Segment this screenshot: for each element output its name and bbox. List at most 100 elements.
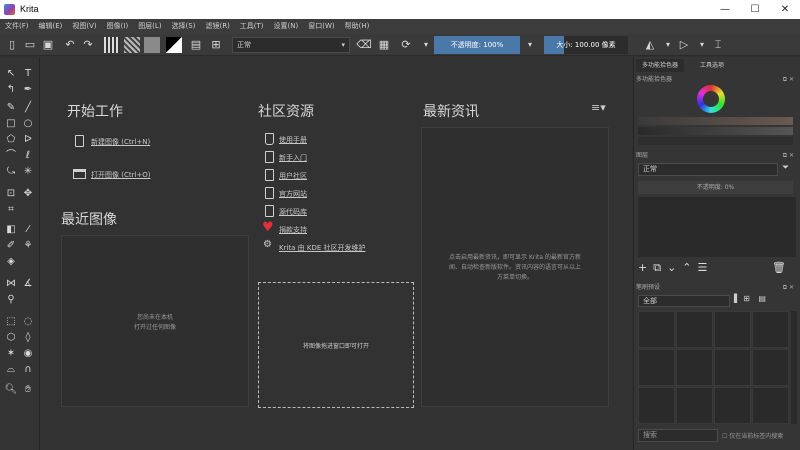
move-down-icon[interactable]: ⌄: [667, 261, 682, 274]
reload-preset-icon[interactable]: ⟳: [398, 37, 414, 53]
redo-icon[interactable]: ↷: [80, 37, 96, 53]
brush-preset[interactable]: [638, 349, 675, 386]
brush-preset[interactable]: [714, 311, 751, 348]
brush-tag-select[interactable]: 全部: [638, 295, 730, 307]
eraser-mode-icon[interactable]: ⌫: [356, 37, 372, 53]
link-official-site[interactable]: 官方网站: [279, 189, 307, 199]
size-slider[interactable]: 大小: 100.00 像素: [544, 36, 628, 54]
save-icon[interactable]: ▣: [40, 37, 56, 53]
mirror-horizontal-icon[interactable]: ◭: [642, 37, 658, 53]
rectangle-tool-icon[interactable]: □: [4, 117, 18, 131]
maximize-button[interactable]: ☐: [740, 0, 770, 19]
tab-tool-options[interactable]: 工具选项: [694, 59, 730, 72]
smart-patch-icon[interactable]: ✐: [4, 239, 18, 253]
link-getting-started[interactable]: 新手入门: [279, 153, 307, 163]
link-donate[interactable]: 捐款支持: [279, 225, 307, 235]
magnetic-select-icon[interactable]: ∩: [21, 363, 35, 377]
bezier-tool-icon[interactable]: ⌒: [4, 149, 18, 163]
pattern-icon[interactable]: [124, 37, 140, 53]
fill-pattern-swatch[interactable]: [144, 37, 160, 53]
brush-preset[interactable]: [714, 387, 751, 424]
filter-icon[interactable]: ⏷: [782, 163, 789, 173]
open-document-icon[interactable]: ▭: [22, 37, 38, 53]
link-kde[interactable]: Krita 由 KDE 社区开发维护: [279, 243, 366, 253]
polygon-select-icon[interactable]: ⬡: [4, 331, 18, 345]
rect-select-icon[interactable]: ⬚: [4, 315, 18, 329]
brush-tool-icon[interactable]: ✎: [4, 101, 18, 115]
colorize-mask-icon[interactable]: ⚘: [21, 239, 35, 253]
opacity-slider[interactable]: 不透明度: 100%: [434, 36, 520, 54]
multibrush-icon[interactable]: ✳: [21, 165, 35, 179]
layer-opacity-slider[interactable]: 不透明度: 0%: [638, 181, 793, 194]
brush-preset[interactable]: [752, 349, 789, 386]
assistant-tool-icon[interactable]: ⋈: [4, 277, 18, 291]
brush-preset[interactable]: [714, 349, 751, 386]
brush-filter-checkbox[interactable]: ☐ 仅在当前标签内搜索: [722, 431, 783, 440]
fg-bg-color-icon[interactable]: [166, 37, 182, 53]
brush-preset[interactable]: [676, 349, 713, 386]
brush-preset[interactable]: [676, 387, 713, 424]
new-document-icon[interactable]: ▯: [4, 37, 20, 53]
color-history-bar[interactable]: [638, 117, 793, 125]
calligraphy-icon[interactable]: ✒: [21, 83, 35, 97]
layer-blend-select[interactable]: 正常: [638, 163, 778, 176]
link-manual[interactable]: 使用手册: [279, 135, 307, 145]
chevron-down-icon[interactable]: ▾: [418, 37, 434, 53]
fill-tool-icon[interactable]: ◈: [4, 255, 18, 269]
delete-layer-icon[interactable]: 🗑︎: [772, 261, 792, 274]
move-up-icon[interactable]: ⌃: [682, 261, 697, 274]
duplicate-layer-icon[interactable]: ⧉: [653, 261, 667, 274]
brush-presets-icon[interactable]: ⊞: [208, 37, 224, 53]
brush-preset[interactable]: [638, 387, 675, 424]
add-layer-icon[interactable]: +: [638, 261, 653, 274]
menu-layer[interactable]: 图层(L): [133, 19, 166, 34]
layer-properties-icon[interactable]: ☰: [698, 261, 714, 274]
brush-preset[interactable]: [638, 311, 675, 348]
color-shade-bar[interactable]: [638, 127, 793, 135]
line-tool-icon[interactable]: ╱: [21, 101, 35, 115]
wrap-around-icon[interactable]: ⌶: [710, 37, 726, 53]
magic-wand-icon[interactable]: ✶: [4, 347, 18, 361]
brush-search-input[interactable]: 搜索: [638, 429, 718, 442]
menu-file[interactable]: 文件(F): [0, 19, 34, 34]
brush-preset[interactable]: [752, 311, 789, 348]
chevron-down-icon[interactable]: ▾: [694, 37, 710, 53]
undo-icon[interactable]: ↶: [62, 37, 78, 53]
chevron-down-icon[interactable]: ▾: [522, 37, 538, 53]
menu-filter[interactable]: 滤镜(R): [200, 19, 234, 34]
open-image-link[interactable]: 打开图像 (Ctrl+O): [91, 170, 151, 180]
menu-image[interactable]: 图像(I): [102, 19, 134, 34]
blend-mode-select[interactable]: 正常 ▾: [232, 37, 350, 53]
new-image-link[interactable]: 新建图像 (Ctrl+N): [91, 137, 150, 147]
close-button[interactable]: ✕: [770, 0, 800, 19]
polygon-tool-icon[interactable]: ⬠: [4, 133, 18, 147]
pan-tool-icon[interactable]: ✋︎: [21, 383, 35, 397]
brush-scrollbar[interactable]: [791, 311, 797, 424]
freehand-select-icon[interactable]: ◊: [21, 331, 35, 345]
ellipse-select-icon[interactable]: ◌: [21, 315, 35, 329]
text-tool-icon[interactable]: T: [21, 67, 35, 81]
link-user-community[interactable]: 用户社区: [279, 171, 307, 181]
similar-select-icon[interactable]: ◉: [21, 347, 35, 361]
menu-window[interactable]: 窗口(W): [303, 19, 339, 34]
menu-settings[interactable]: 设置(N): [269, 19, 304, 34]
select-shapes-icon[interactable]: ↖: [4, 67, 18, 81]
link-source-code[interactable]: 源代码库: [279, 207, 307, 217]
layers-list[interactable]: [638, 197, 796, 257]
menu-select[interactable]: 选择(S): [167, 19, 201, 34]
move-tool-icon[interactable]: ✥: [21, 187, 35, 201]
edit-shapes-icon[interactable]: ↰: [4, 83, 18, 97]
crop-tool-icon[interactable]: ⌗: [4, 203, 18, 217]
news-menu-icon[interactable]: ≡▾: [591, 101, 606, 114]
menu-view[interactable]: 视图(V): [67, 19, 101, 34]
brush-preset[interactable]: [676, 311, 713, 348]
polyline-tool-icon[interactable]: ᐅ: [21, 133, 35, 147]
mirror-vertical-icon[interactable]: ▷: [676, 37, 692, 53]
bezier-select-icon[interactable]: ⌓: [4, 363, 18, 377]
color-patches-bar[interactable]: [638, 137, 793, 145]
minimize-button[interactable]: —: [710, 0, 740, 19]
brush-preset[interactable]: [752, 387, 789, 424]
dynamic-brush-icon[interactable]: ⤿: [4, 165, 18, 179]
gradient-icon[interactable]: [104, 37, 120, 53]
transform-tool-icon[interactable]: ⊡: [4, 187, 18, 201]
